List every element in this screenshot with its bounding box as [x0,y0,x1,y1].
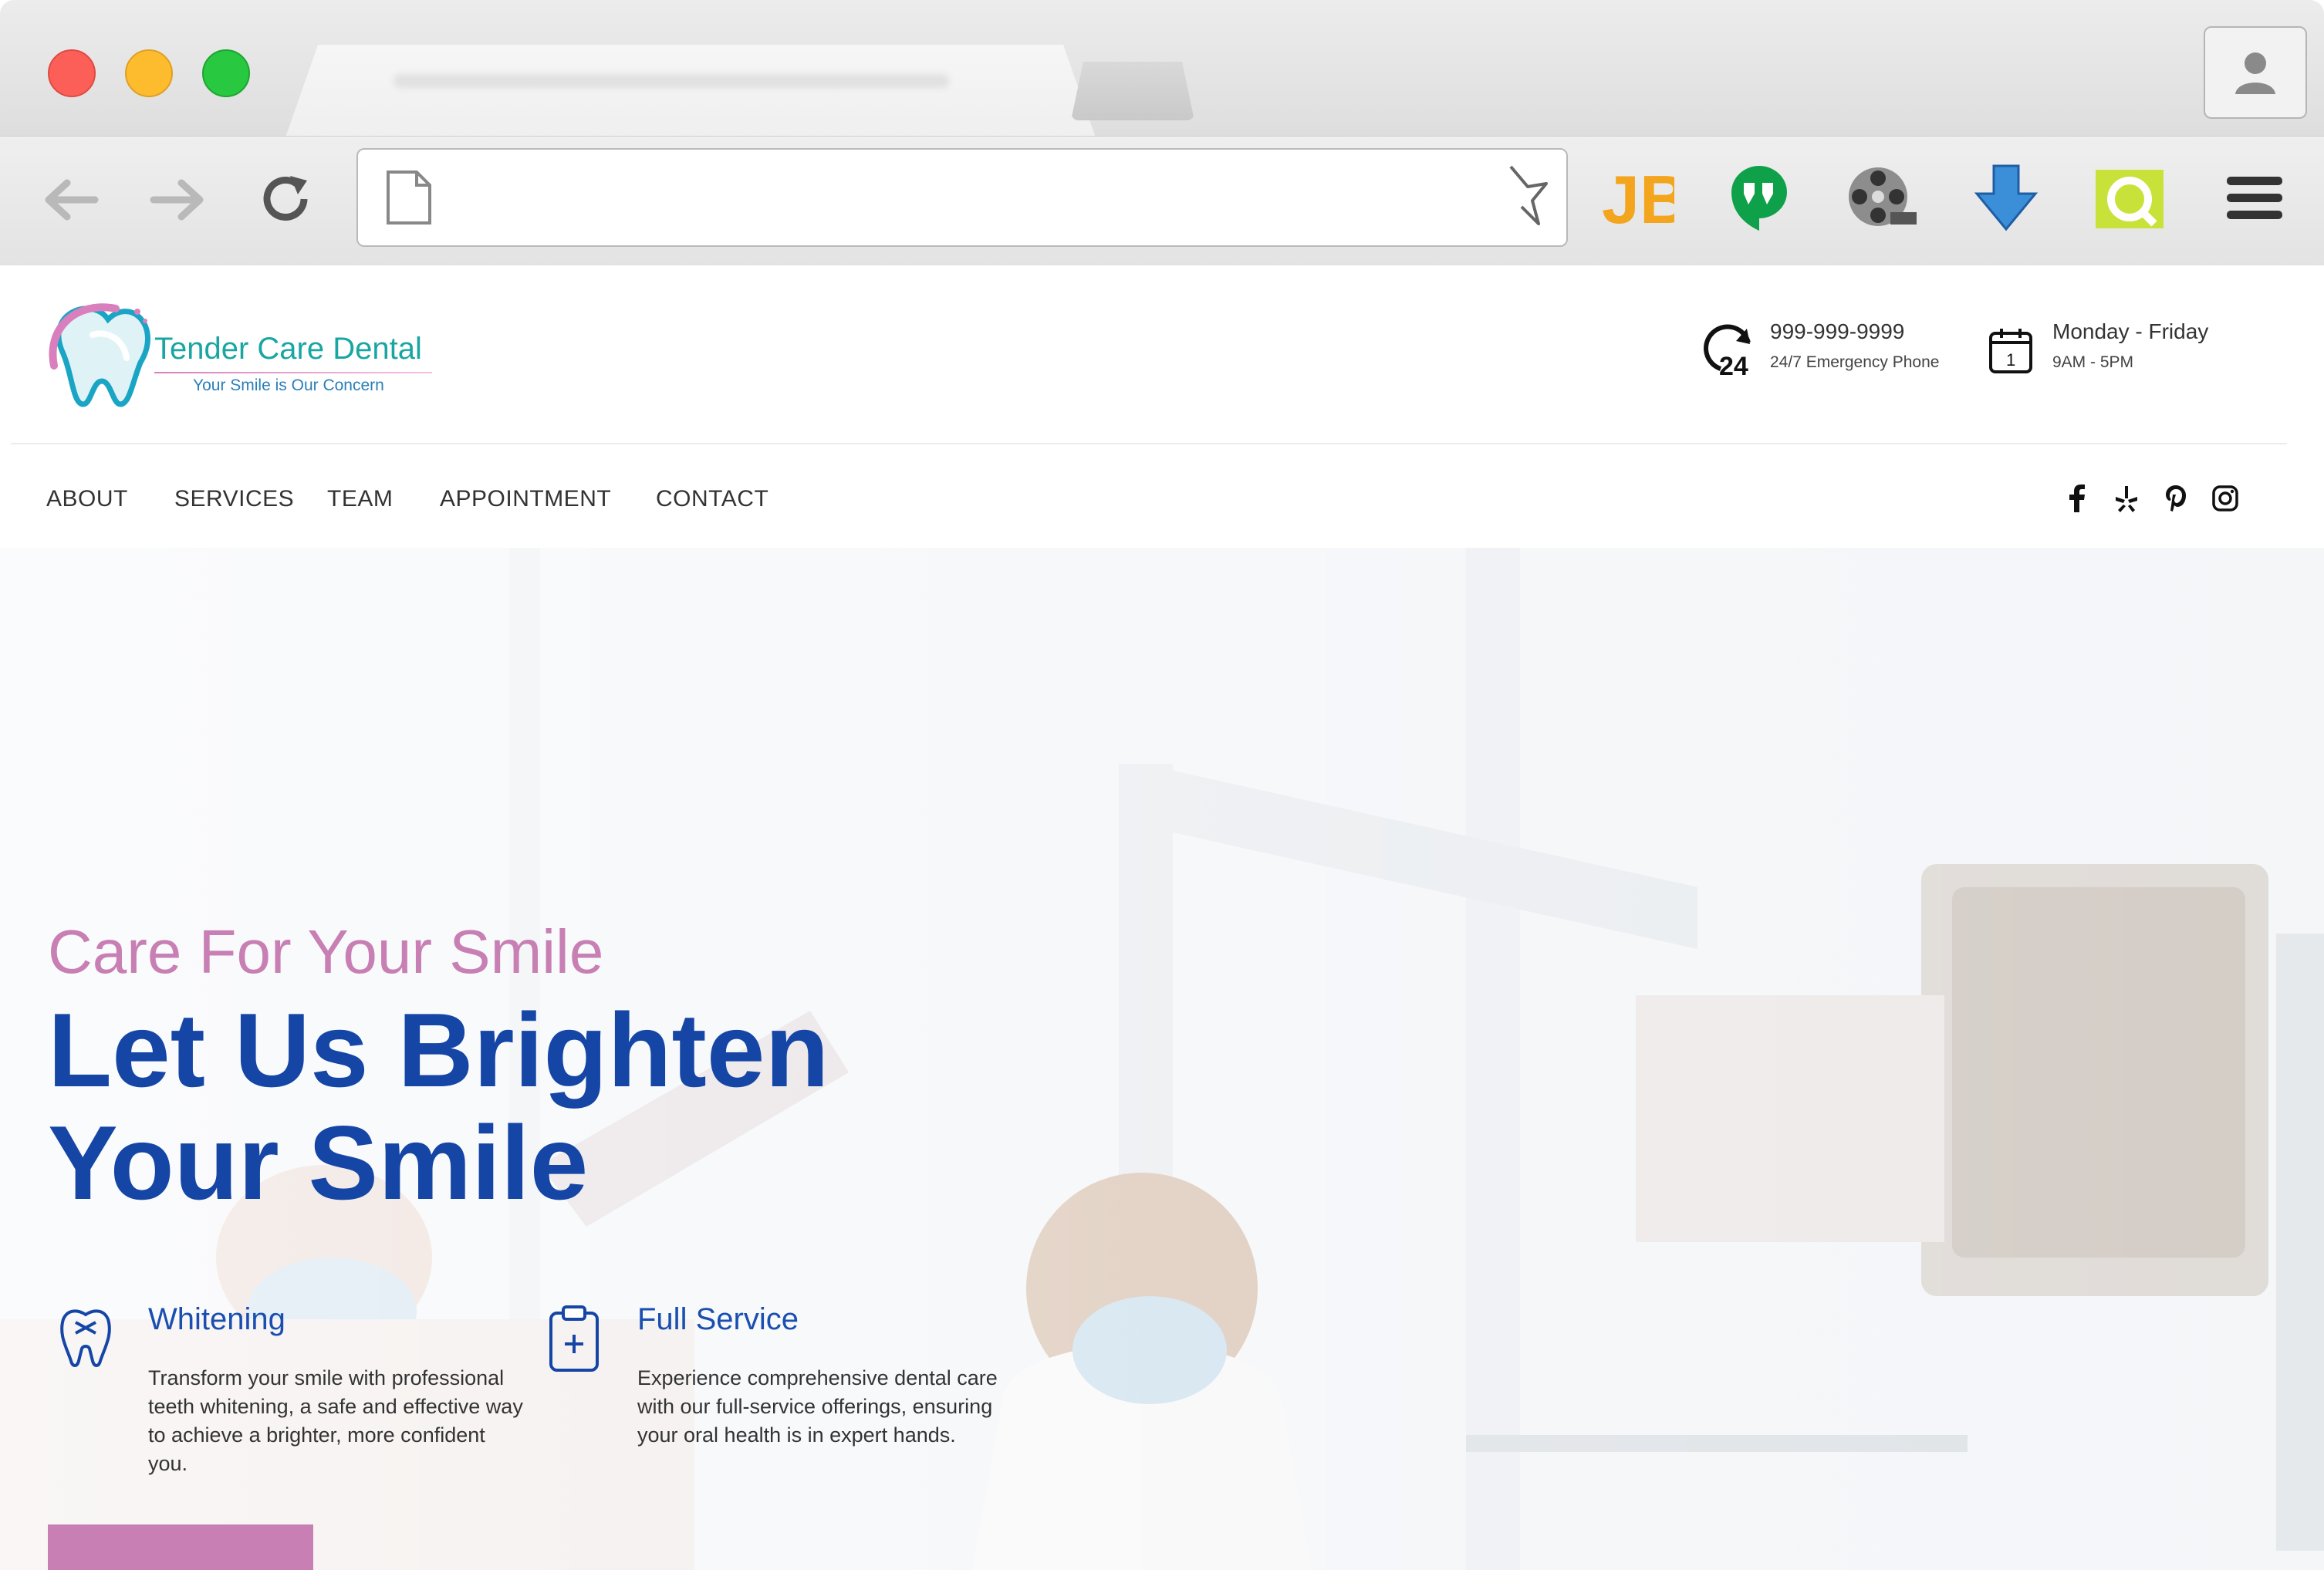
hero-headline-line-2: Your Smile [48,1104,589,1221]
new-tab-button[interactable] [1071,62,1194,120]
screenshot-tool-icon[interactable] [2091,159,2168,236]
browser-titlebar [0,0,2324,137]
nav-item-team[interactable]: TEAM [327,486,393,512]
brand-name: Tender Care Dental [154,332,422,366]
hangouts-icon[interactable] [1721,159,1798,236]
phone-subtitle: 24/7 Emergency Phone [1770,353,1940,371]
emergency-icon-label: 24 [1719,352,1748,381]
calendar-icon-label: 1 [2006,350,2015,370]
forward-arrow-icon [150,179,204,221]
browser-window: JB [0,0,2324,1570]
hero-kicker: Care For Your Smile [48,917,604,986]
feature-title-full-service: Full Service [637,1302,799,1336]
menu-hamburger-icon[interactable] [2216,159,2293,236]
nav-item-contact[interactable]: CONTACT [656,486,768,512]
feature-desc-whitening: Transform your smile with professional t… [148,1366,523,1475]
phone-number[interactable]: 999-999-9999 [1770,319,1939,344]
browser-tab-active[interactable] [285,45,1096,137]
hero-cta-button[interactable] [48,1524,313,1570]
film-reel-icon[interactable] [1843,159,1920,236]
minimize-window-button[interactable] [125,49,173,97]
page-icon [387,171,431,225]
nav-item-about[interactable]: ABOUT [46,486,128,512]
tab-title [394,74,949,88]
website-content: Tender Care Dental Your Smile is Our Con… [0,265,2324,1570]
emergency-24-icon: 24 [1704,324,1751,381]
reload-button[interactable] [252,173,321,227]
brand-underline [154,372,432,373]
profile-button[interactable] [2204,26,2307,119]
brand-tagline: Your Smile is Our Concern [193,376,384,394]
pinterest-icon[interactable] [2160,483,2191,514]
forward-button[interactable] [144,173,213,227]
reload-icon [263,176,308,221]
instagram-icon[interactable] [2210,483,2241,514]
tooth-logo-icon [49,303,150,407]
address-bar[interactable] [356,148,1568,247]
nav-item-appointment[interactable]: APPOINTMENT [440,486,611,512]
office-time: 9AM - 5PM [2052,353,2134,371]
person-icon [2235,52,2275,94]
office-days: Monday - Friday [2052,319,2209,343]
back-button[interactable] [35,173,105,227]
download-arrow-icon[interactable] [1968,159,2045,236]
feature-desc-full-service: Experience comprehensive dental care wit… [637,1366,998,1447]
calendar-icon: 1 [1989,329,2032,373]
hero-headline-line-1: Let Us Brighten [48,991,829,1109]
tooth-icon [60,1309,111,1367]
close-window-button[interactable] [48,49,96,97]
zoom-window-button[interactable] [202,49,250,97]
site-logo[interactable]: Tender Care Dental Your Smile is Our Con… [46,296,448,407]
jb-extension-icon[interactable]: JB [1599,159,1676,236]
main-nav: ABOUT SERVICES TEAM APPOINTMENT CONTACT [0,444,2324,548]
facebook-icon[interactable] [2062,483,2093,514]
feature-title-whitening: Whitening [148,1302,285,1336]
hero-section: Care For Your Smile Let Us Brighten Your… [0,548,2324,1570]
clipboard-plus-icon [549,1305,599,1372]
bookmark-star-icon[interactable] [1505,164,1551,228]
yelp-icon[interactable] [2111,483,2142,514]
hero-headline: Let Us Brighten Your Smile [48,994,829,1219]
back-arrow-icon [45,179,99,221]
nav-item-services[interactable]: SERVICES [174,486,294,512]
site-header: Tender Care Dental Your Smile is Our Con… [0,265,2324,444]
